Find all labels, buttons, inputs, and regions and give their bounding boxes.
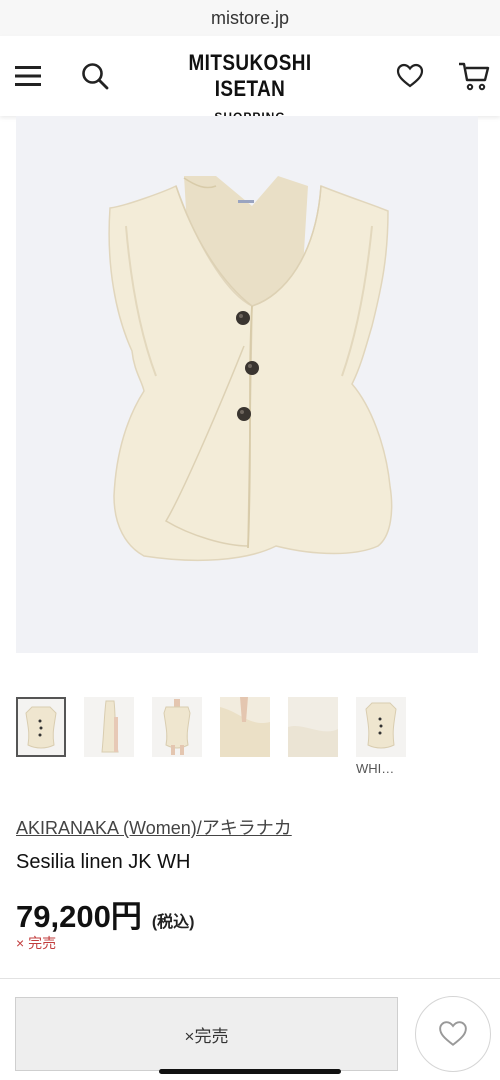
price-row: 79,200円 (税込) <box>16 891 195 936</box>
menu-icon[interactable] <box>10 58 46 94</box>
browser-url-bar[interactable]: mistore.jp <box>0 0 500 36</box>
cart-icon[interactable] <box>456 58 492 94</box>
soldout-status: × 完売 <box>16 935 57 951</box>
thumbnail-front[interactable] <box>16 697 66 757</box>
site-header: MITSUKOSHI ISETAN SHOPPING <box>0 36 500 124</box>
thumbnail-fabric[interactable] <box>288 697 338 757</box>
product-name: Sesilia linen JK WH <box>16 851 191 873</box>
product-main-image[interactable] <box>16 116 478 653</box>
brand-logo[interactable]: MITSUKOSHI ISETAN SHOPPING <box>150 50 350 124</box>
thumbnail-strip: WHI… <box>16 697 486 777</box>
url-text: mistore.jp <box>210 7 290 28</box>
price: 79,200円 <box>16 899 142 934</box>
vest-illustration <box>108 176 393 562</box>
home-indicator <box>159 1069 341 1074</box>
color-caption: WHI… <box>356 761 395 776</box>
bottom-action-bar: ×完売 <box>0 978 500 1080</box>
thumbnail-detail[interactable] <box>220 697 270 757</box>
search-icon[interactable] <box>77 58 113 94</box>
thumbnail-back[interactable] <box>152 697 202 757</box>
favorite-button[interactable] <box>415 996 491 1072</box>
brand-name: MITSUKOSHI ISETAN <box>188 50 312 101</box>
thumbnail-side[interactable] <box>84 697 134 757</box>
soldout-button[interactable]: ×完売 <box>15 997 398 1071</box>
brand-link[interactable]: AKIRANAKA (Women)/アキラナカ <box>16 814 292 840</box>
tax-note: (税込) <box>151 914 195 931</box>
heart-icon[interactable] <box>392 58 428 94</box>
soldout-button-label: ×完売 <box>184 1026 229 1046</box>
thumbnail-front-color[interactable] <box>356 697 406 757</box>
heart-icon <box>439 1021 467 1046</box>
